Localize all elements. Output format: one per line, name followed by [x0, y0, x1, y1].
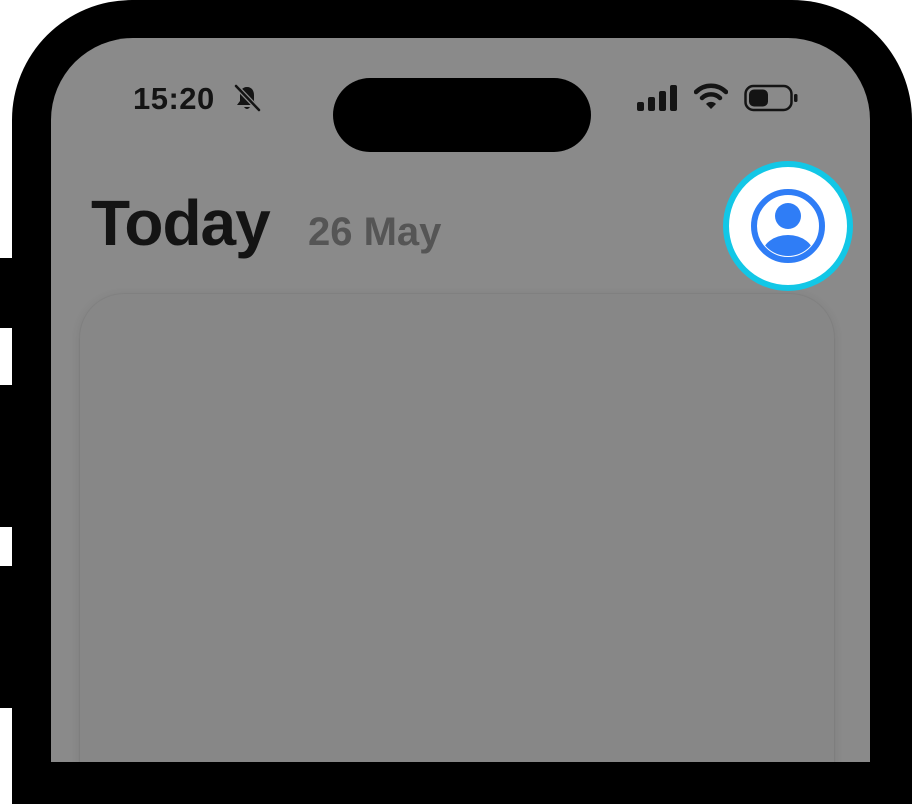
phone-screen: 15:20 Today 26 May — [51, 38, 870, 762]
phone-side-button-volume-up — [0, 385, 16, 527]
signal-icon — [637, 85, 677, 111]
phone-side-button-mute — [0, 258, 16, 328]
dynamic-island — [333, 78, 591, 152]
phone-side-button-volume-down — [0, 566, 16, 708]
page-date: 26 May — [308, 210, 442, 254]
page-title: Today — [91, 187, 271, 259]
bell-slash-icon — [234, 84, 261, 112]
phone-frame-bottom — [12, 762, 912, 804]
wifi-icon — [694, 83, 728, 109]
status-time: 15:20 — [133, 81, 215, 116]
person-circle-icon — [751, 189, 825, 263]
content-card[interactable] — [80, 294, 834, 762]
battery-icon — [744, 84, 798, 112]
profile-button[interactable] — [723, 161, 853, 291]
